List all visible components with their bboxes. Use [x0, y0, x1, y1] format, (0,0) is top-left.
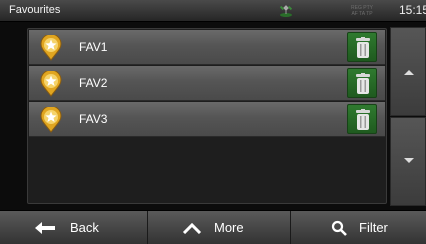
delete-button[interactable]: [347, 104, 377, 134]
favourites-list: FAV1 FAV2 FAV3: [27, 28, 387, 204]
search-icon: [331, 220, 347, 236]
more-button[interactable]: More: [148, 211, 291, 244]
delete-button[interactable]: [347, 32, 377, 62]
favourite-star-icon: [40, 71, 62, 97]
list-item-label: FAV3: [79, 112, 108, 126]
trash-icon: [356, 109, 370, 130]
list-item[interactable]: FAV2: [29, 66, 385, 101]
more-button-label: More: [214, 220, 244, 235]
satellite-icon: [279, 5, 293, 17]
delete-button[interactable]: [347, 68, 377, 98]
list-item[interactable]: FAV1: [29, 30, 385, 65]
scroll-down-button[interactable]: [390, 117, 426, 206]
trash-icon: [356, 73, 370, 94]
back-button[interactable]: Back: [0, 211, 148, 244]
back-arrow-icon: [35, 222, 55, 234]
list-item[interactable]: FAV3: [29, 102, 385, 137]
filter-button-label: Filter: [359, 220, 388, 235]
trash-icon: [356, 37, 370, 58]
tmc-status-indicator: REG PTY AF TA TP: [330, 3, 394, 19]
favourite-star-icon: [40, 107, 62, 133]
tmc-line-2: AF TA TP: [351, 11, 373, 17]
page-title: Favourites: [9, 4, 61, 16]
list-item-label: FAV1: [79, 40, 108, 54]
chevron-up-icon: [182, 222, 202, 234]
arrow-down-icon: [404, 158, 414, 163]
bottom-toolbar: Back More Filter: [0, 210, 426, 244]
list-item-label: FAV2: [79, 76, 108, 90]
arrow-up-icon: [404, 70, 414, 75]
scroll-up-button[interactable]: [390, 27, 426, 116]
filter-button[interactable]: Filter: [291, 211, 426, 244]
title-bar: Favourites REG PTY AF TA TP 15:15: [0, 0, 426, 22]
clock: 15:15: [399, 3, 426, 17]
favourite-star-icon: [40, 35, 62, 61]
back-button-label: Back: [70, 220, 99, 235]
